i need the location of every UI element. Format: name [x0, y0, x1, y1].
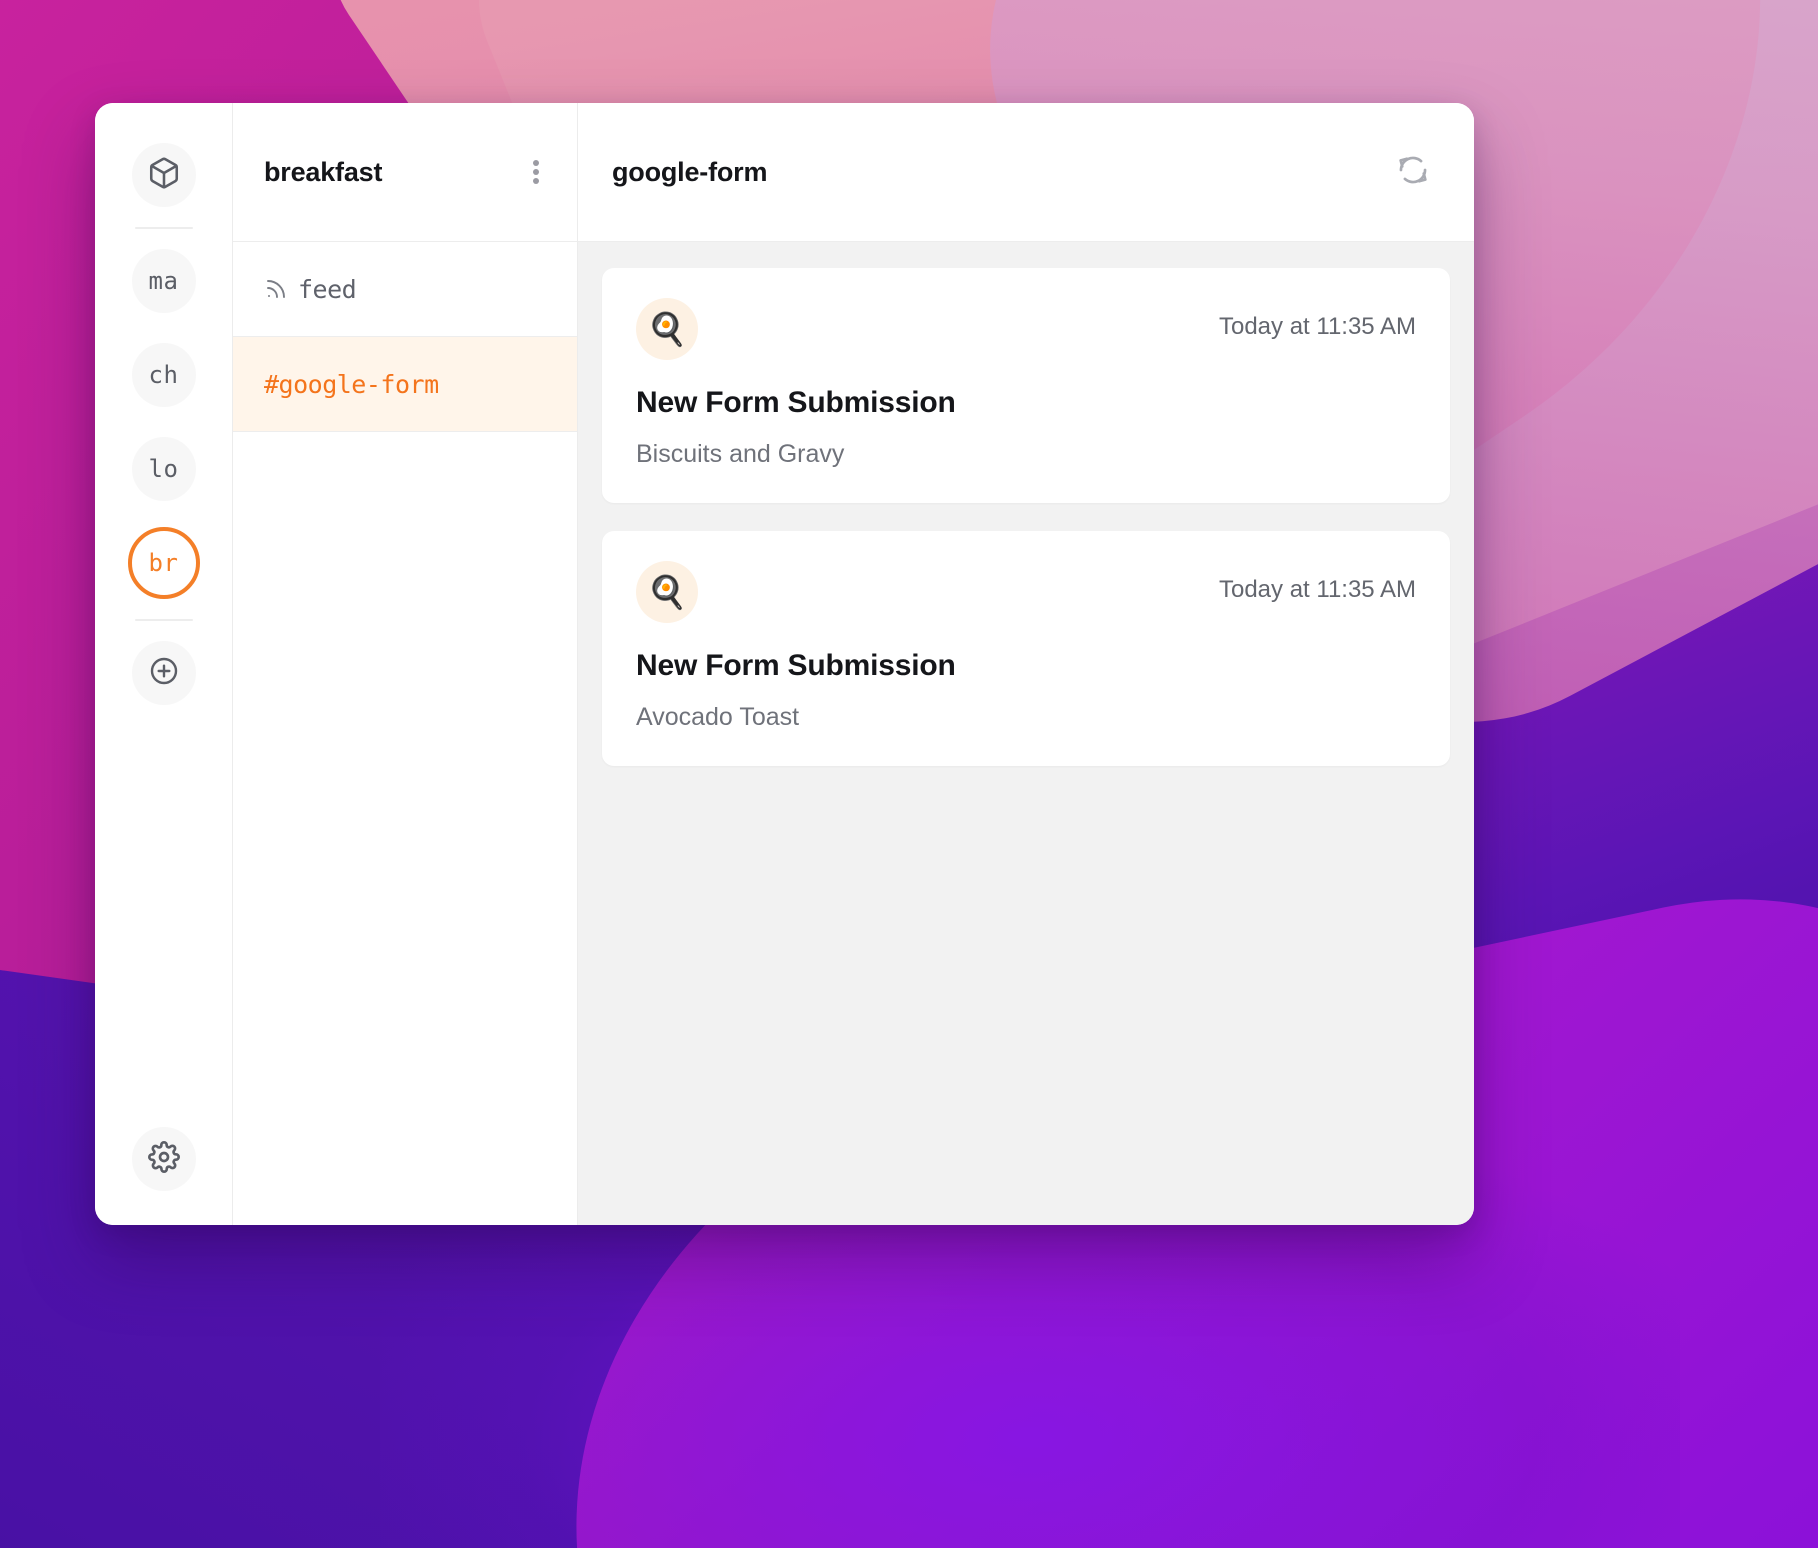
workspace-avatar-lo[interactable]: lo	[131, 437, 196, 501]
message-timestamp: Today at 11:35 AM	[1218, 313, 1416, 340]
channel-column: breakfast feed #google-form	[233, 103, 578, 1225]
message-subtitle: Biscuits and Gravy	[636, 440, 845, 468]
kebab-dot	[533, 178, 539, 184]
workspace-initials: ma	[148, 267, 179, 295]
main-panel-header: google-form	[578, 103, 1474, 242]
kebab-dot	[533, 169, 539, 175]
workspace-avatar-ma[interactable]: ma	[131, 249, 196, 313]
refresh-icon	[1396, 153, 1430, 192]
cooking-emoji: 🍳	[636, 298, 698, 360]
channel-label: feed	[298, 274, 357, 304]
message-timestamp: Today at 11:35 AM	[1218, 576, 1416, 603]
gear-icon	[147, 1140, 180, 1178]
message-card-top: 🍳 Today at 11:35 AM	[636, 298, 1416, 360]
channel-list-empty-area	[233, 432, 577, 1225]
main-panel: google-form 🍳 Today at 11:35 AM New Form…	[578, 103, 1474, 1225]
workspace-avatar-ch[interactable]: ch	[131, 343, 196, 407]
message-list[interactable]: 🍳 Today at 11:35 AM New Form Submission …	[578, 242, 1474, 1225]
message-card-top: 🍳 Today at 11:35 AM	[636, 561, 1416, 623]
kebab-dot	[533, 160, 539, 166]
workspace-title: breakfast	[264, 156, 383, 187]
channel-column-header: breakfast	[233, 103, 577, 242]
cube-icon	[147, 156, 181, 195]
message-title: New Form Submission	[636, 386, 956, 419]
desktop-wallpaper: ma ch lo br breakfast feed #google-form …	[0, 0, 1818, 1548]
settings-button[interactable]	[131, 1127, 196, 1191]
workspace-rail: ma ch lo br	[95, 103, 233, 1225]
message-title: New Form Submission	[636, 649, 956, 682]
cooking-emoji: 🍳	[636, 561, 698, 623]
add-workspace-button[interactable]	[131, 641, 196, 705]
rail-divider-bottom	[134, 619, 193, 621]
workspace-initials: ch	[148, 361, 179, 389]
message-card[interactable]: 🍳 Today at 11:35 AM New Form Submission …	[602, 268, 1450, 503]
channel-item-google-form[interactable]: #google-form	[233, 337, 577, 432]
app-window: ma ch lo br breakfast feed #google-form …	[95, 103, 1474, 1225]
refresh-button[interactable]	[1392, 149, 1434, 196]
message-card[interactable]: 🍳 Today at 11:35 AM New Form Submission …	[602, 531, 1450, 766]
plus-circle-icon	[148, 655, 180, 692]
app-logo-button[interactable]	[131, 143, 196, 207]
kebab-menu-icon[interactable]	[525, 151, 547, 193]
workspace-initials: br	[148, 549, 179, 577]
rss-icon	[264, 277, 288, 301]
message-subtitle: Avocado Toast	[636, 703, 800, 731]
channel-item-feed[interactable]: feed	[233, 242, 577, 337]
workspace-initials: lo	[148, 455, 179, 483]
workspace-avatar-br[interactable]: br	[127, 527, 200, 599]
channel-title: google-form	[612, 156, 768, 187]
channel-label: #google-form	[264, 369, 439, 399]
rail-divider-top	[134, 227, 193, 229]
